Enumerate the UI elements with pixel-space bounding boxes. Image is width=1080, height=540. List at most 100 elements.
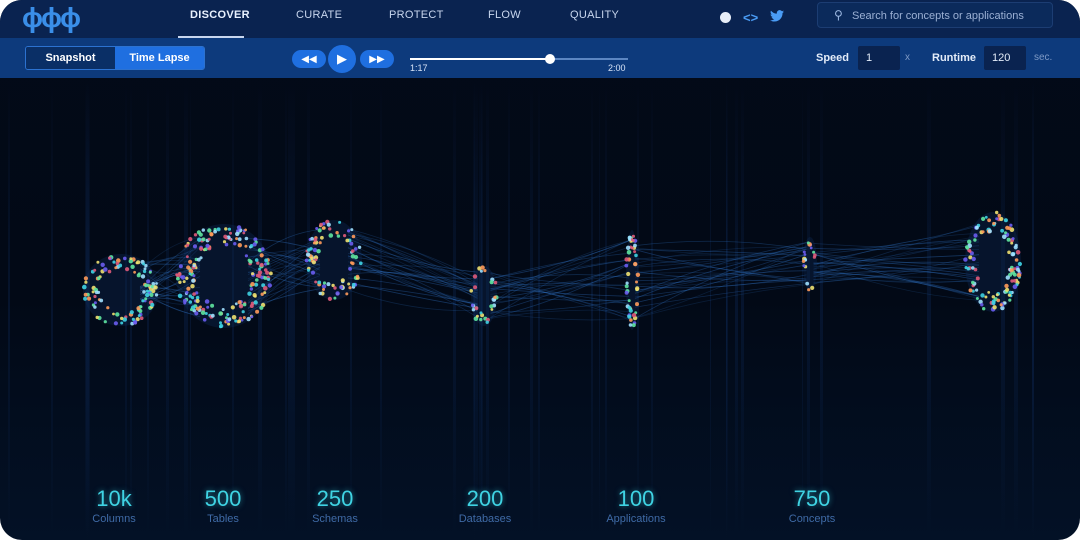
graph-node[interactable] — [253, 300, 258, 305]
graph-node[interactable] — [195, 298, 200, 304]
graph-node[interactable] — [480, 265, 485, 270]
graph-node[interactable] — [224, 227, 228, 231]
graph-node[interactable] — [263, 276, 268, 280]
graph-node[interactable] — [812, 250, 816, 254]
graph-node[interactable] — [188, 259, 193, 264]
graph-node[interactable] — [137, 272, 141, 276]
graph-node[interactable] — [987, 291, 991, 294]
graph-node[interactable] — [226, 313, 230, 316]
graph-node[interactable] — [219, 321, 222, 325]
graph-node[interactable] — [237, 243, 242, 248]
graph-node[interactable] — [489, 304, 494, 309]
graph-node[interactable] — [129, 310, 134, 315]
graph-node[interactable] — [133, 270, 137, 274]
graph-node[interactable] — [317, 280, 322, 285]
graph-node[interactable] — [259, 305, 264, 310]
graph-node[interactable] — [304, 258, 309, 263]
graph-node[interactable] — [266, 262, 270, 265]
graph-node[interactable] — [144, 297, 148, 301]
speed-input[interactable] — [858, 46, 900, 70]
graph-node[interactable] — [333, 296, 337, 300]
graph-node[interactable] — [350, 254, 356, 259]
graph-node[interactable] — [192, 274, 196, 278]
node-cluster[interactable] — [801, 237, 817, 292]
graph-node[interactable] — [316, 249, 321, 254]
time-lapse-button[interactable]: Time Lapse — [115, 47, 204, 69]
graph-node[interactable] — [94, 290, 99, 295]
graph-node[interactable] — [199, 246, 204, 251]
graph-node[interactable] — [1003, 218, 1008, 223]
graph-node[interactable] — [198, 305, 202, 309]
graph-node[interactable] — [238, 304, 244, 309]
graph-node[interactable] — [991, 295, 995, 299]
graph-node[interactable] — [192, 292, 196, 296]
graph-node[interactable] — [251, 272, 255, 276]
graph-node[interactable] — [1004, 231, 1007, 235]
graph-node[interactable] — [93, 305, 97, 309]
graph-node[interactable] — [355, 274, 360, 278]
graph-node[interactable] — [310, 236, 314, 241]
graph-node[interactable] — [313, 237, 318, 242]
graph-node[interactable] — [250, 282, 255, 287]
graph-node[interactable] — [207, 237, 211, 241]
graph-node[interactable] — [259, 262, 264, 268]
graph-node[interactable] — [114, 266, 118, 270]
graph-node[interactable] — [1007, 250, 1011, 255]
graph-node[interactable] — [244, 236, 249, 241]
graph-node[interactable] — [631, 239, 635, 242]
graph-node[interactable] — [971, 256, 976, 262]
graph-node[interactable] — [103, 267, 108, 272]
graph-node[interactable] — [971, 266, 975, 270]
graph-node[interactable] — [984, 215, 988, 219]
graph-node[interactable] — [237, 319, 242, 324]
graph-node[interactable] — [256, 261, 260, 265]
graph-node[interactable] — [965, 245, 969, 249]
graph-node[interactable] — [624, 263, 629, 268]
graph-node[interactable] — [222, 240, 227, 244]
graph-node[interactable] — [237, 300, 242, 305]
graph-node[interactable] — [975, 226, 979, 230]
graph-node[interactable] — [475, 314, 479, 318]
graph-node[interactable] — [155, 282, 158, 285]
twitter-icon[interactable] — [770, 9, 785, 25]
timeline-slider[interactable] — [410, 54, 628, 64]
graph-node[interactable] — [241, 310, 245, 314]
graph-node[interactable] — [112, 312, 115, 316]
node-cluster[interactable] — [82, 254, 159, 326]
graph-node[interactable] — [145, 289, 149, 293]
graph-node[interactable] — [201, 237, 206, 242]
graph-node[interactable] — [984, 295, 988, 299]
graph-node[interactable] — [224, 242, 229, 247]
graph-node[interactable] — [246, 316, 251, 322]
graph-node[interactable] — [999, 303, 1003, 307]
graph-node[interactable] — [628, 308, 633, 313]
graph-node[interactable] — [199, 256, 203, 260]
graph-node[interactable] — [120, 316, 124, 321]
graph-node[interactable] — [120, 321, 124, 325]
graph-node[interactable] — [97, 276, 101, 281]
graph-node[interactable] — [244, 244, 248, 248]
graph-node[interactable] — [812, 255, 817, 259]
graph-node[interactable] — [310, 270, 316, 275]
graph-node[interactable] — [995, 217, 999, 221]
graph-node[interactable] — [987, 229, 992, 234]
graph-node[interactable] — [144, 283, 148, 288]
graph-node[interactable] — [142, 290, 146, 294]
logo[interactable]: ϕϕϕ — [22, 4, 81, 32]
graph-node[interactable] — [626, 271, 631, 277]
graph-node[interactable] — [470, 303, 475, 307]
graph-node[interactable] — [348, 286, 352, 290]
graph-node[interactable] — [628, 323, 633, 327]
graph-node[interactable] — [218, 311, 223, 316]
graph-node[interactable] — [967, 239, 972, 244]
graph-node[interactable] — [150, 302, 155, 307]
graph-node[interactable] — [328, 227, 332, 231]
graph-node[interactable] — [631, 313, 637, 318]
graph-node[interactable] — [129, 257, 133, 260]
graph-node[interactable] — [1005, 287, 1010, 292]
graph-node[interactable] — [191, 296, 195, 300]
graph-node[interactable] — [233, 242, 237, 246]
graph-node[interactable] — [633, 250, 637, 254]
graph-node[interactable] — [191, 278, 196, 283]
graph-node[interactable] — [229, 231, 232, 235]
